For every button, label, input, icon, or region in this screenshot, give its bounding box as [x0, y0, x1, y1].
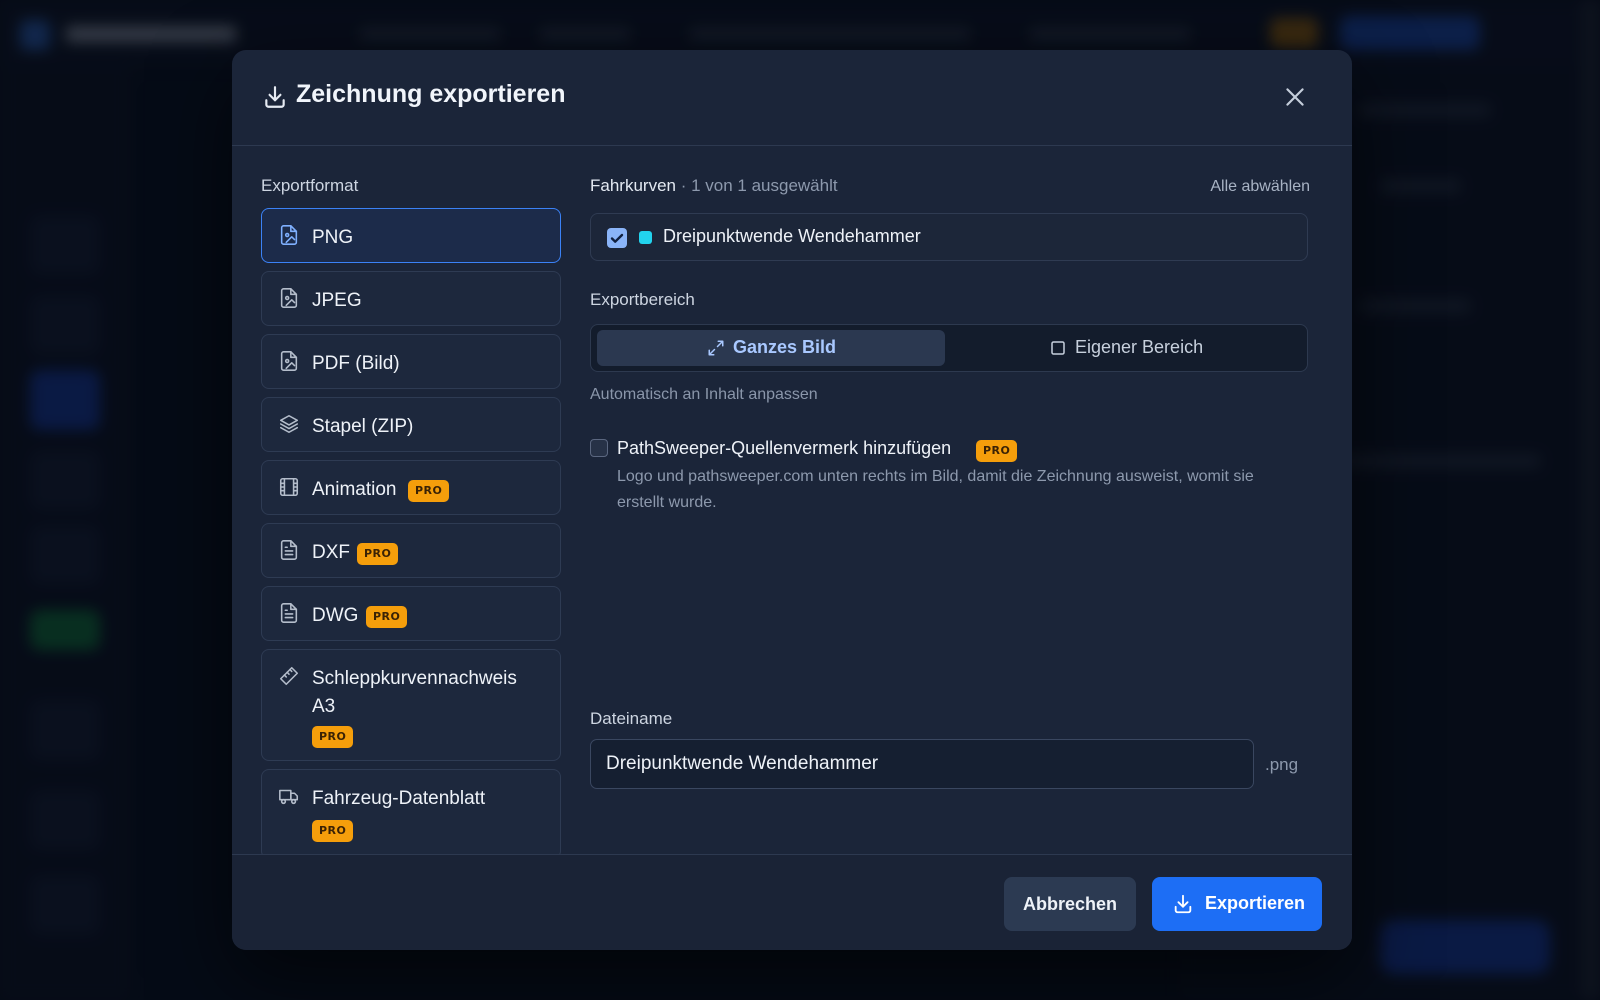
format-option-label: Schleppkurvennachweis — [312, 668, 517, 689]
curve-name: Dreipunktwende Wendehammer — [663, 226, 921, 246]
curve-checkbox[interactable] — [607, 228, 627, 248]
format-option-fahrzeug-datenblatt[interactable]: Fahrzeug-Datenblatt PRO — [261, 769, 561, 859]
export-area-option-custom[interactable]: Eigener Bereich — [953, 330, 1303, 366]
pro-badge: PRO — [976, 440, 1018, 462]
pro-badge: PRO — [357, 543, 399, 565]
document-icon — [280, 540, 298, 560]
curve-list-item[interactable]: Dreipunktwende Wendehammer — [590, 213, 1308, 261]
curves-selection-count: · 1 von 1 ausgewählt — [680, 176, 838, 195]
curves-heading: Fahrkurven · 1 von 1 ausgewählt — [590, 176, 838, 196]
dialog-header: Zeichnung exportieren — [232, 50, 1352, 146]
close-icon[interactable] — [1282, 84, 1308, 110]
export-format-label: Exportformat — [261, 176, 359, 195]
format-option-label-line2: A3 — [312, 696, 336, 717]
dialog-title: Zeichnung exportieren — [296, 80, 566, 108]
credit-checkbox[interactable] — [590, 439, 608, 457]
format-option-label: Animation — [312, 479, 397, 500]
pro-badge: PRO — [312, 726, 354, 748]
format-option-pdf[interactable]: PDF (Bild) — [261, 334, 561, 389]
pro-badge: PRO — [312, 820, 354, 842]
download-icon — [265, 86, 285, 108]
format-option-label: DWG — [312, 605, 359, 626]
format-option-schleppkurvennachweis[interactable]: Schleppkurvennachweis A3 PRO — [261, 649, 561, 761]
curve-color-swatch — [639, 231, 652, 244]
download-icon — [1174, 894, 1192, 914]
format-option-jpeg[interactable]: JPEG — [261, 271, 561, 326]
format-option-label: Stapel (ZIP) — [312, 416, 414, 437]
format-option-png[interactable]: PNG — [261, 208, 561, 263]
dialog-footer: Abbrechen Exportieren — [232, 854, 1352, 950]
film-icon — [279, 477, 299, 497]
cancel-button[interactable]: Abbrechen — [1004, 877, 1136, 931]
format-option-zip[interactable]: Stapel (ZIP) — [261, 397, 561, 452]
deselect-all-link[interactable]: Alle abwählen — [1210, 178, 1310, 196]
filename-extension: .png — [1265, 755, 1299, 774]
pro-badge: PRO — [408, 480, 450, 502]
filename-input[interactable] — [590, 739, 1254, 789]
square-icon — [1051, 340, 1065, 355]
export-area-toggle: Ganzes Bild Eigener Bereich — [590, 324, 1308, 372]
format-option-label: PDF (Bild) — [312, 353, 400, 374]
image-file-icon — [280, 225, 298, 245]
filename-label: Dateiname — [590, 709, 673, 728]
document-icon — [280, 603, 298, 623]
layers-icon — [279, 414, 299, 434]
format-option-dxf[interactable]: DXF PRO — [261, 523, 561, 578]
export-area-label: Exportbereich — [590, 290, 695, 309]
format-option-label: Fahrzeug-Datenblatt — [312, 788, 486, 809]
image-file-icon — [280, 288, 298, 308]
pro-badge: PRO — [366, 606, 408, 628]
ruler-icon — [279, 666, 299, 686]
export-area-hint: Automatisch an Inhalt anpassen — [590, 386, 818, 403]
truck-icon — [279, 789, 299, 805]
format-option-label: DXF — [312, 542, 350, 563]
credit-description: Logo und pathsweeper.com unten rechts im… — [617, 468, 1254, 511]
export-button[interactable]: Exportieren — [1152, 877, 1322, 931]
export-area-option-whole-image[interactable]: Ganzes Bild — [597, 330, 945, 366]
expand-icon — [708, 340, 724, 355]
format-option-dwg[interactable]: DWG PRO — [261, 586, 561, 641]
export-area-option-label: Eigener Bereich — [1075, 337, 1204, 357]
credit-label[interactable]: PathSweeper-Quellenvermerk hinzufügen — [617, 438, 951, 459]
image-file-icon — [280, 351, 298, 371]
checkmark-icon — [610, 233, 624, 243]
export-button-label: Exportieren — [1205, 893, 1306, 913]
export-area-option-label: Ganzes Bild — [733, 337, 837, 357]
curves-label: Fahrkurven — [590, 176, 676, 195]
format-option-label: PNG — [312, 227, 354, 248]
export-dialog: Zeichnung exportieren Exportformat PNG J… — [232, 50, 1352, 950]
format-option-label: JPEG — [312, 290, 362, 311]
format-option-animation[interactable]: Animation PRO — [261, 460, 561, 515]
